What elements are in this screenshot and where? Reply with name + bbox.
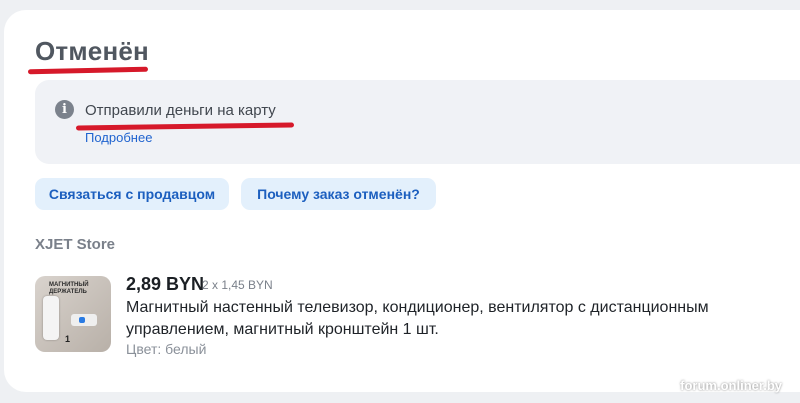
product-thumbnail[interactable]: МАГНИТНЫЙ ДЕРЖАТЕЛЬ 1 xyxy=(35,276,111,352)
info-icon: i xyxy=(55,100,74,119)
refund-info-box xyxy=(35,80,800,164)
remote-image xyxy=(43,296,59,340)
contact-seller-button[interactable]: Связаться с продавцом xyxy=(35,178,229,210)
thumbnail-label: МАГНИТНЫЙ ДЕРЖАТЕЛЬ xyxy=(49,282,89,295)
why-cancelled-button[interactable]: Почему заказ отменён? xyxy=(241,178,436,210)
refund-message: Отправили деньги на карту xyxy=(85,102,276,119)
product-title[interactable]: Магнитный настенный телевизор, кондицион… xyxy=(126,297,786,341)
product-color: Цвет: белый xyxy=(126,341,207,357)
order-status-title: Отменён xyxy=(35,36,149,66)
product-price: 2,89 BYN xyxy=(126,274,205,294)
thumbnail-number: 1 xyxy=(65,334,71,344)
holder-accent xyxy=(79,317,85,323)
watermark: forum.onliner.by xyxy=(680,378,782,393)
price-breakdown: 2 x 1,45 BYN xyxy=(202,278,273,292)
store-name[interactable]: XJET Store xyxy=(35,236,115,253)
more-details-link[interactable]: Подробнее xyxy=(85,130,152,145)
